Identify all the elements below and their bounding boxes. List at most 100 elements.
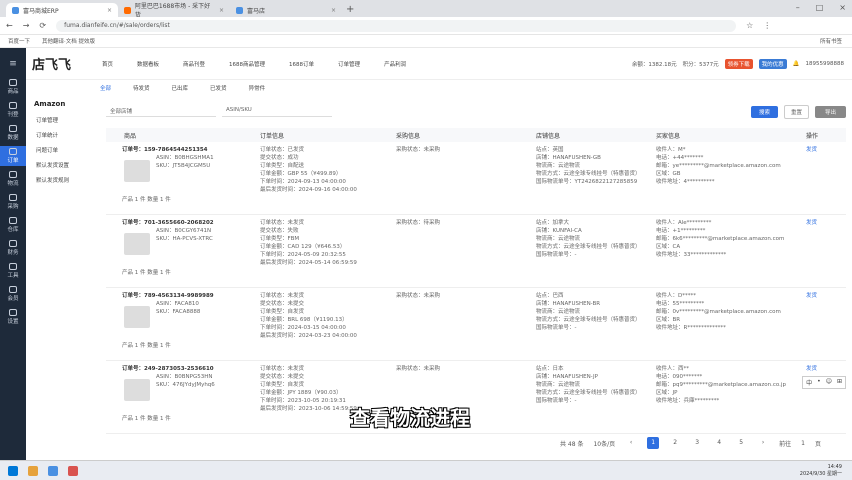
store-store: 站点：巴西 [536, 293, 564, 299]
browser-tab-1[interactable]: 富马商城ERP × [6, 3, 118, 17]
sidebar-item-settings[interactable]: 设置 [0, 307, 26, 327]
search-button[interactable]: 搜索 [750, 106, 778, 118]
coupon-badge[interactable]: 领券下载 [724, 58, 753, 69]
asin[interactable]: ASIN：B0BNPG53HN [122, 373, 252, 381]
star-icon[interactable]: ☆ [746, 21, 753, 30]
bell-icon[interactable]: 🔔 [793, 61, 800, 67]
sidebar-item-warehouse[interactable]: 仓库 [0, 215, 26, 235]
tool-icon[interactable]: 中 [806, 378, 812, 387]
export-button[interactable]: 导出 [814, 106, 846, 118]
page-number[interactable]: 1 [647, 437, 660, 449]
sidebar-item-tools[interactable]: 工具 [0, 261, 26, 281]
order-number[interactable]: 订单号：159-7864544251354 [122, 146, 252, 154]
buyer-region: 区域：BR [656, 317, 681, 323]
minimize-icon[interactable]: – [796, 3, 800, 12]
tool-icon[interactable]: ⊞ [837, 378, 842, 387]
page-size-select[interactable]: 10条/页 [593, 439, 615, 448]
sidebar-item-data[interactable]: 数据 [0, 123, 26, 143]
sku: SKU：476JYdyJMyhq6 [156, 382, 215, 388]
buyer-email: 邮箱：pq9*********@marketplace.amazon.co.jp [656, 382, 786, 388]
user-phone[interactable]: 18955998888 [806, 61, 845, 67]
order-number[interactable]: 订单号：701-3655660-2068202 [122, 219, 252, 227]
ship-action-button[interactable]: 发货 [806, 219, 846, 227]
nav-1688-goods[interactable]: 1688商品管理 [229, 60, 265, 68]
order-number[interactable]: 订单号：249-2873053-2536610 [122, 365, 252, 373]
tab-out[interactable]: 已出库 [172, 84, 189, 92]
close-icon[interactable]: × [107, 7, 112, 14]
sidebar-item-logistics[interactable]: 物流 [0, 169, 26, 189]
menu-icon[interactable]: ⋮ [763, 21, 771, 30]
store-cell: 站点：加拿大 店铺：KUNFAI-CA 物流商：云途物流 物流方式：云途全球专线挂号（… [536, 219, 666, 259]
browser-icon[interactable] [48, 465, 58, 476]
tool-icon[interactable]: • [817, 378, 821, 387]
tab-exception[interactable]: 异常件 [249, 84, 266, 92]
tab-shipped[interactable]: 已发货 [210, 84, 227, 92]
prev-page-icon[interactable]: ‹ [625, 437, 637, 449]
goto-input[interactable]: 1 [801, 440, 805, 447]
store-cell: 站点：巴西 店铺：HANAFUSHEN-BR 物流商：云途物流 物流方式：云途全球专线… [536, 292, 666, 332]
back-icon[interactable]: ← [6, 21, 13, 30]
sidebar-item-goods[interactable]: 商品 [0, 77, 26, 97]
buyer-phone: 电话：+1********* [656, 228, 706, 234]
new-tab-button[interactable]: + [346, 3, 354, 17]
asin[interactable]: ASIN：B0BHGSHMA1 [122, 154, 252, 162]
tab-pending[interactable]: 待发货 [133, 84, 150, 92]
nav-order-manage[interactable]: 订单管理 [338, 60, 360, 68]
url-input[interactable]: fuma.dianfeife.cn/#/sale/orders/list [56, 19, 737, 32]
left-menu-item[interactable]: 订单管理 [36, 116, 104, 124]
left-menu-item[interactable]: 默认发货设置 [36, 161, 104, 169]
nav-publish[interactable]: 商品刊登 [183, 60, 205, 68]
close-icon[interactable]: × [219, 7, 224, 14]
ship-action-button[interactable]: 发货 [806, 365, 846, 373]
reload-icon[interactable]: ⟳ [39, 21, 46, 30]
app-sidebar: ≡ 商品 刊登 数据 订单 物流 采购 仓库 财务 工具 会员 设置 [0, 48, 26, 460]
all-bookmarks[interactable]: 所有书签 [820, 37, 842, 45]
explorer-icon[interactable] [28, 465, 38, 476]
sidebar-item-purchase[interactable]: 采购 [0, 192, 26, 212]
page-number[interactable]: 2 [669, 437, 681, 449]
sidebar-item-publish[interactable]: 刊登 [0, 100, 26, 120]
order-number[interactable]: 订单号：789-4563134-9989989 [122, 292, 252, 300]
tab-all[interactable]: 全部 [100, 84, 111, 92]
maximize-icon[interactable]: □ [816, 3, 824, 12]
left-menu-item[interactable]: 默认发货规则 [36, 176, 104, 184]
page-number[interactable]: 3 [691, 437, 703, 449]
reset-button[interactable]: 重置 [783, 105, 809, 119]
discount-badge[interactable]: 我的优惠 [758, 58, 787, 69]
page-number[interactable]: 4 [713, 437, 725, 449]
left-menu-item[interactable]: 问题订单 [36, 146, 104, 154]
store-shop: 店铺：HANAFUSHEN-GB [536, 155, 601, 161]
app-icon[interactable] [68, 465, 78, 476]
store-shop: 店铺：HANAFUSHEN-JP [536, 374, 598, 380]
asin[interactable]: ASIN：B0CGY6741N [122, 227, 252, 235]
sidebar-item-finance[interactable]: 财务 [0, 238, 26, 258]
close-icon[interactable]: × [331, 7, 336, 14]
nav-profit[interactable]: 产品利润 [384, 60, 406, 68]
store-select[interactable]: 全部店铺 [106, 107, 216, 117]
nav-home[interactable]: 首页 [102, 60, 113, 68]
ship-action-button[interactable]: 发货 [806, 146, 846, 154]
browser-tab-3[interactable]: 富马店 × [230, 3, 342, 17]
close-window-icon[interactable]: × [839, 3, 846, 12]
sidebar-item-member[interactable]: 会员 [0, 284, 26, 304]
asin-input[interactable]: ASIN/SKU [222, 107, 332, 117]
page-number[interactable]: 5 [735, 437, 747, 449]
left-menu-item[interactable]: 订单统计 [36, 131, 104, 139]
windows-start-icon[interactable] [8, 465, 18, 476]
browser-tab-2[interactable]: 阿里巴巴1688市场 - 采下好货 × [118, 3, 230, 19]
forward-icon[interactable]: → [23, 21, 30, 30]
sidebar-item-menu[interactable]: ≡ [0, 54, 26, 74]
sidebar-item-orders[interactable]: 订单 [0, 146, 26, 166]
nav-1688-orders[interactable]: 1688订单 [289, 60, 314, 68]
tool-icon[interactable]: ☺ [826, 378, 832, 387]
next-page-icon[interactable]: › [757, 437, 769, 449]
store-cell: 站点：英国 店铺：HANAFUSHEN-GB 物流商：云途物流 物流方式：云途全球专线… [536, 146, 666, 186]
window-controls: – □ × [796, 3, 846, 12]
order-status: 订单状态：已发货 [260, 147, 305, 153]
bookmark-item[interactable]: 其他翻译·文档 提效版 [42, 37, 95, 45]
nav-dashboard[interactable]: 数据看板 [137, 60, 159, 68]
asin[interactable]: ASIN：FACA810 [122, 300, 252, 308]
ship-action-button[interactable]: 发货 [806, 292, 846, 300]
order-info-cell: 订单状态：已发货 提交状态：成功 订单类型：自配送 订单金额：GBP 55（¥499.… [260, 146, 390, 194]
bookmark-item[interactable]: 百度一下 [8, 37, 30, 45]
